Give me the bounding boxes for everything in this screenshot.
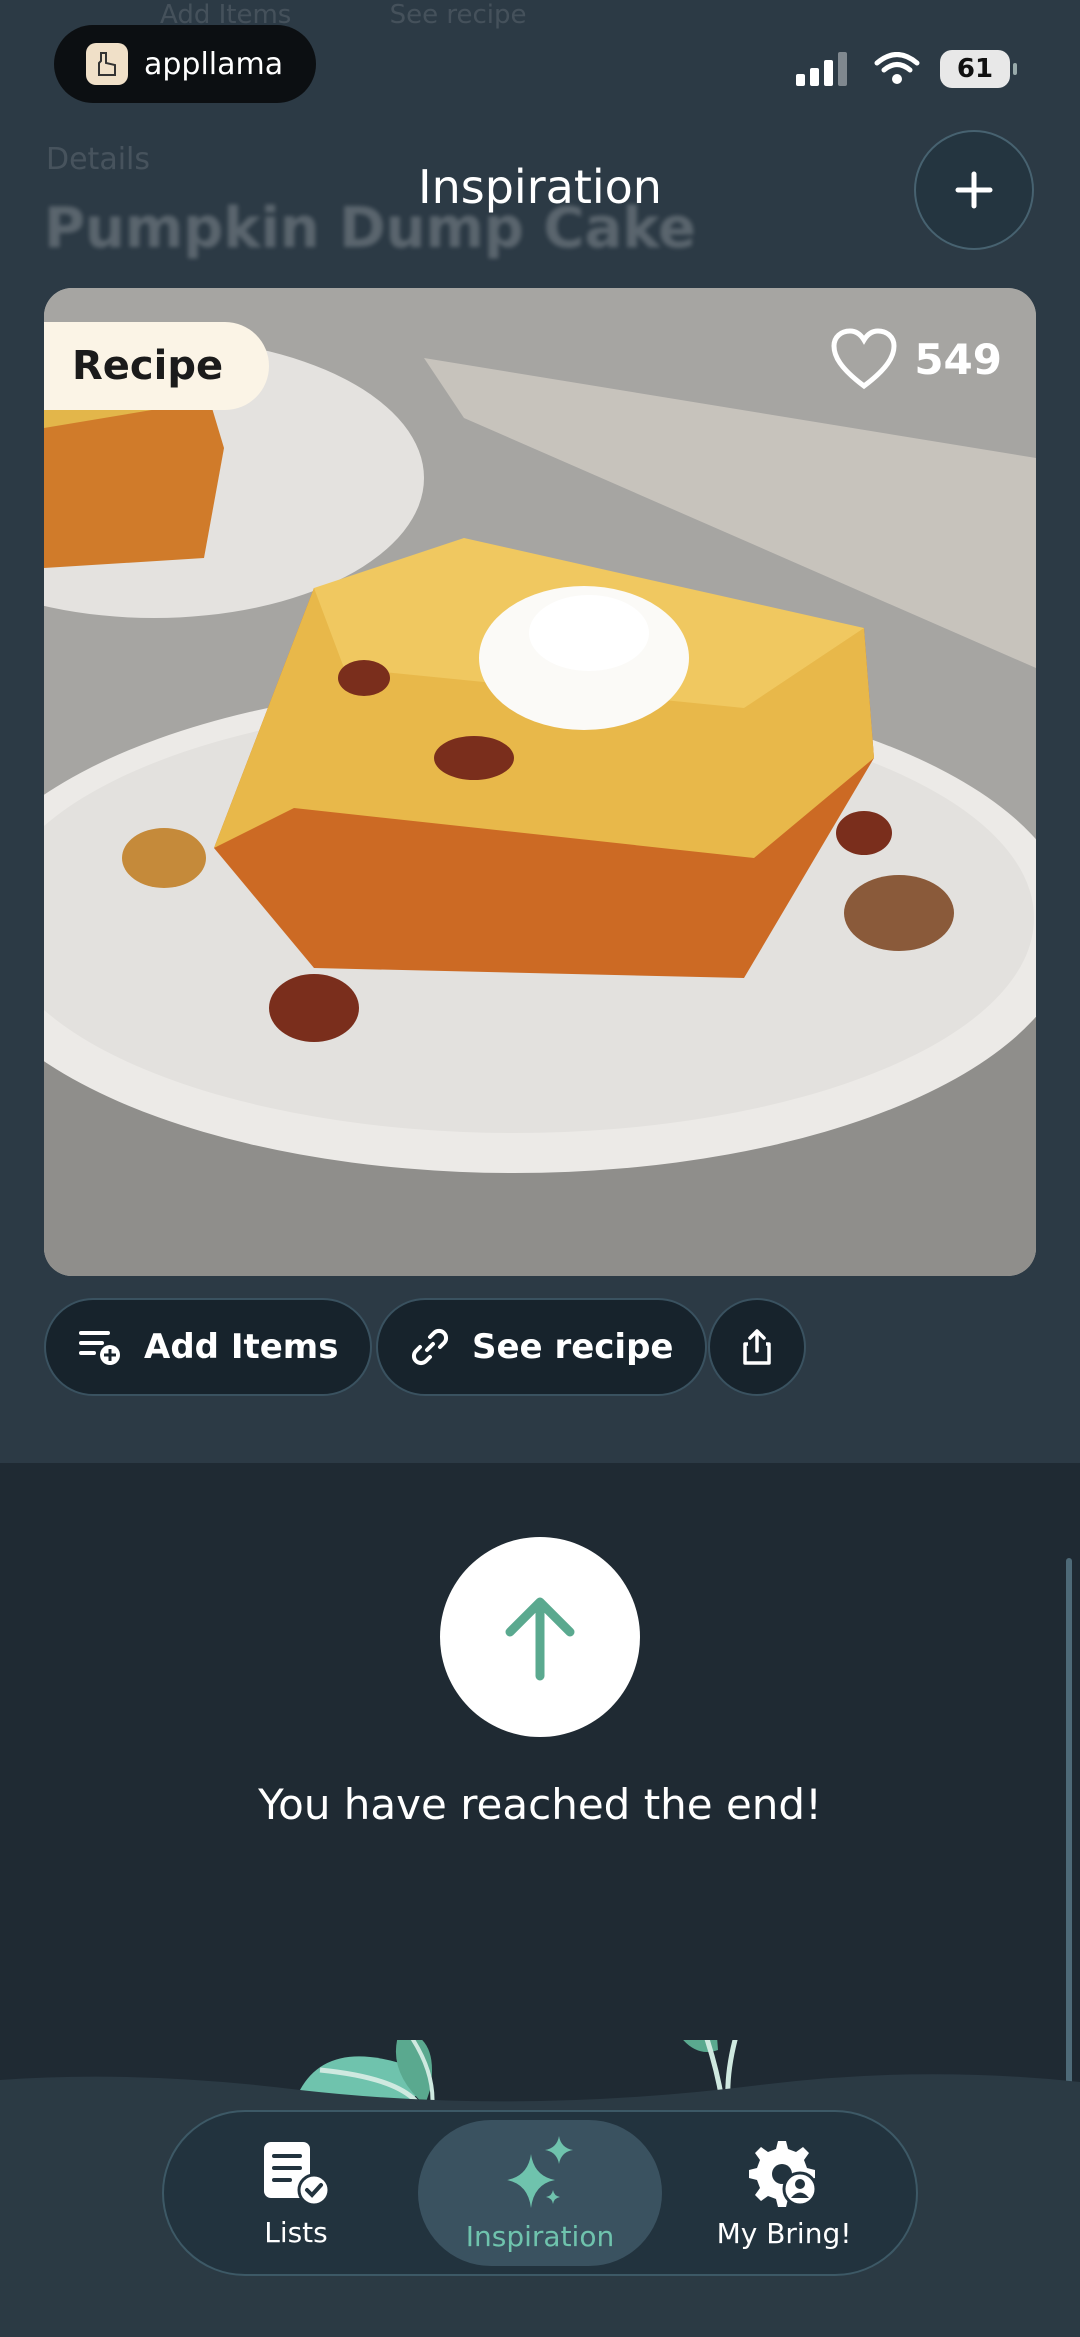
app-pill-label: appllama (144, 46, 284, 82)
add-button[interactable] (914, 130, 1034, 250)
share-icon (743, 1329, 771, 1365)
recipe-card[interactable]: Recipe 549 (44, 288, 1036, 1276)
see-recipe-button[interactable]: See recipe (376, 1298, 708, 1396)
arrow-up-icon (505, 1597, 575, 1681)
add-items-button[interactable]: Add Items (44, 1298, 373, 1396)
tab-lists[interactable]: Lists (174, 2120, 418, 2266)
recipe-photo (44, 288, 1036, 1276)
tab-my-bring[interactable]: My Bring! (662, 2120, 906, 2266)
like-button[interactable]: 549 (830, 328, 1002, 390)
llama-logo-icon (86, 43, 128, 85)
app-pill[interactable]: appllama (54, 25, 316, 103)
signal-icon (796, 52, 852, 86)
wifi-icon (874, 52, 920, 84)
list-check-icon (264, 2141, 331, 2206)
scrollbar[interactable] (1066, 1558, 1072, 2098)
share-button[interactable] (708, 1298, 806, 1396)
tab-inspiration[interactable]: Inspiration (418, 2120, 662, 2266)
add-items-label: Add Items (144, 1327, 339, 1367)
end-message: You have reached the end! (258, 1780, 822, 1829)
tab-lists-label: Lists (264, 2215, 328, 2249)
recipe-badge: Recipe (44, 322, 270, 410)
heart-icon (831, 328, 897, 390)
tab-my-bring-label: My Bring! (716, 2216, 852, 2250)
sparkles-icon (507, 2135, 573, 2208)
tab-inspiration-label: Inspiration (465, 2219, 615, 2253)
status-icons: 61 (796, 50, 1017, 88)
likes-count: 549 (914, 334, 1002, 384)
plus-icon (955, 171, 993, 209)
ghost-see-recipe: See recipe (389, 0, 527, 30)
gear-user-icon (749, 2140, 818, 2207)
link-icon (411, 1328, 449, 1366)
battery-indicator: 61 (940, 50, 1017, 88)
add-to-list-icon (79, 1331, 120, 1365)
bottom-tab-bar: Lists Inspiration My Bring! (162, 2110, 918, 2276)
see-recipe-label: See recipe (472, 1327, 674, 1367)
scroll-to-top-button[interactable] (440, 1537, 640, 1737)
